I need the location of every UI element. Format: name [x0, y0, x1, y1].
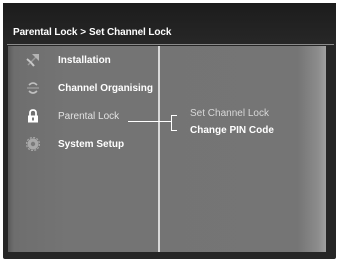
menu-item-label: Parental Lock [58, 111, 120, 122]
menu-item-channel-organising[interactable]: Channel Organising [8, 76, 158, 102]
breadcrumb-separator: > [80, 27, 87, 38]
submenu-connector-branch [171, 115, 177, 116]
breadcrumb: Parental Lock > Set Channel Lock [13, 27, 171, 38]
menu-item-label: Installation [58, 55, 111, 66]
channel-organise-icon [26, 81, 40, 95]
submenu-connector-vertical [171, 115, 172, 131]
submenu-item-change-pin-code[interactable]: Change PIN Code [190, 125, 274, 136]
submenu-item-set-channel-lock[interactable]: Set Channel Lock [190, 108, 269, 119]
submenu-connector [128, 121, 172, 122]
header-divider [7, 44, 334, 45]
header-bar: Parental Lock > Set Channel Lock [3, 3, 336, 41]
submenu-connector-branch [171, 130, 177, 131]
menu-item-system-setup[interactable]: System Setup [8, 132, 158, 158]
menu-item-parental-lock[interactable]: Parental Lock [8, 104, 158, 130]
menu-item-label: System Setup [58, 139, 125, 150]
breadcrumb-root: Parental Lock [13, 27, 78, 38]
menu-item-label: Channel Organising [58, 83, 154, 94]
satellite-dish-icon [26, 53, 40, 67]
padlock-icon [26, 109, 40, 123]
column-divider [158, 46, 160, 252]
menu-item-installation[interactable]: Installation [8, 48, 158, 74]
gear-icon [25, 136, 41, 152]
breadcrumb-current: Set Channel Lock [89, 27, 172, 38]
